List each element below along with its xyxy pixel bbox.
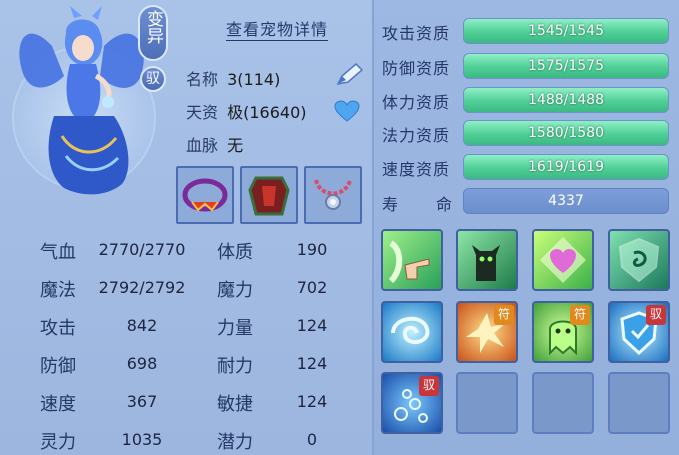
aptitude-bar: 1488/1488 — [463, 87, 669, 113]
aptitude-label: 法力资质 — [382, 126, 451, 145]
name-value: 3(114) — [227, 70, 281, 89]
skill-slot-1[interactable] — [381, 229, 443, 291]
end-label: 耐力 — [217, 356, 253, 377]
rename-pen-icon[interactable] — [334, 62, 364, 88]
name-row: 名称 3(114) — [186, 66, 280, 90]
yu-badge: 驭 — [419, 376, 439, 396]
skill-slot-8[interactable]: 驭 — [608, 301, 670, 363]
def-label: 防御 — [40, 356, 76, 377]
pointing-hand-icon — [388, 240, 430, 284]
agi-label: 敏捷 — [217, 394, 253, 415]
atk-label: 攻击 — [40, 318, 76, 339]
pot-label: 潜力 — [217, 432, 253, 453]
aptitude-value: 1619/1619 — [528, 159, 604, 175]
talent-value: 极(16640) — [227, 103, 307, 122]
spirit-label: 灵力 — [40, 432, 76, 453]
mp-label: 魔法 — [40, 280, 76, 301]
hp-label: 气血 — [40, 242, 76, 263]
whirlwind-icon — [391, 317, 430, 345]
bloodline-row: 血脉 无 — [186, 132, 243, 156]
fu-badge: 符 — [570, 305, 590, 325]
yu-badge: 驭 — [646, 305, 666, 325]
con-label: 体质 — [217, 242, 253, 263]
pot-value: 0 — [306, 430, 318, 449]
swirl-shield-icon — [618, 237, 660, 283]
skill-slot-12-empty[interactable] — [608, 372, 670, 434]
aptitude-bar: 1580/1580 — [463, 120, 669, 146]
spd-value: 367 — [126, 392, 158, 411]
lifespan-label-2: 命 — [436, 195, 454, 214]
aptitude-label: 速度资质 — [382, 160, 451, 179]
aptitude-value: 1545/1545 — [528, 23, 604, 39]
skill-slot-6[interactable]: 符 — [456, 301, 518, 363]
armor-icon — [248, 176, 290, 216]
skill-slot-5[interactable] — [381, 301, 443, 363]
hp-value: 2770/2770 — [98, 240, 186, 259]
fu-badge: 符 — [494, 305, 514, 325]
skill-slot-10-empty[interactable] — [456, 372, 518, 434]
skill-slot-3[interactable] — [532, 229, 594, 291]
aptitude-label: 体力资质 — [382, 93, 451, 112]
aptitude-bar: 1575/1575 — [463, 53, 669, 79]
aptitude-label: 攻击资质 — [382, 24, 451, 43]
equip-slot-1[interactable] — [176, 166, 234, 224]
spd-label: 速度 — [40, 394, 76, 415]
equip-slot-3[interactable] — [304, 166, 362, 224]
str-label: 力量 — [217, 318, 253, 339]
mount-tag: 驭 — [140, 66, 166, 92]
aptitude-value: 1488/1488 — [528, 92, 604, 108]
chain-collar-icon — [314, 179, 352, 210]
end-value: 124 — [296, 354, 328, 373]
talent-row: 天资 极(16640) — [186, 99, 307, 123]
variant-tag-text: 变异 — [143, 10, 163, 44]
aptitude-bar: 1545/1545 — [463, 18, 669, 44]
aptitude-label: 防御资质 — [382, 59, 451, 78]
equip-slot-2[interactable] — [240, 166, 298, 224]
variant-tag: 变异 — [138, 5, 168, 61]
view-pet-details-link[interactable]: 查看宠物详情 — [226, 16, 329, 41]
ring-collar-icon — [182, 178, 228, 212]
atk-value: 842 — [126, 316, 158, 335]
lifespan-value: 4337 — [548, 193, 584, 209]
heart-shield-icon — [540, 237, 586, 283]
aptitude-bar: 1619/1619 — [463, 154, 669, 180]
skill-slot-11-empty[interactable] — [532, 372, 594, 434]
aptitude-value: 1580/1580 — [528, 125, 604, 141]
lifespan-label-1: 寿 — [382, 195, 400, 214]
black-cat-icon — [472, 245, 500, 281]
favorite-heart-icon[interactable] — [334, 100, 360, 122]
bloodline-value: 无 — [227, 136, 244, 155]
agi-value: 124 — [296, 392, 328, 411]
skill-slot-2[interactable] — [456, 229, 518, 291]
skill-slot-7[interactable]: 符 — [532, 301, 594, 363]
bloodline-label: 血脉 — [186, 136, 219, 155]
mag-label: 魔力 — [217, 280, 253, 301]
mp-value: 2792/2792 — [98, 278, 186, 297]
skill-slot-4[interactable] — [608, 229, 670, 291]
def-value: 698 — [126, 354, 158, 373]
spirit-value: 1035 — [121, 430, 163, 449]
con-value: 190 — [296, 240, 328, 259]
str-value: 124 — [296, 316, 328, 335]
talent-label: 天资 — [186, 103, 219, 122]
aptitude-value: 1575/1575 — [528, 58, 604, 74]
mag-value: 702 — [296, 278, 328, 297]
lifespan-bar: 4337 — [463, 188, 669, 214]
skill-slot-9[interactable]: 驭 — [381, 372, 443, 434]
name-label: 名称 — [186, 70, 219, 89]
